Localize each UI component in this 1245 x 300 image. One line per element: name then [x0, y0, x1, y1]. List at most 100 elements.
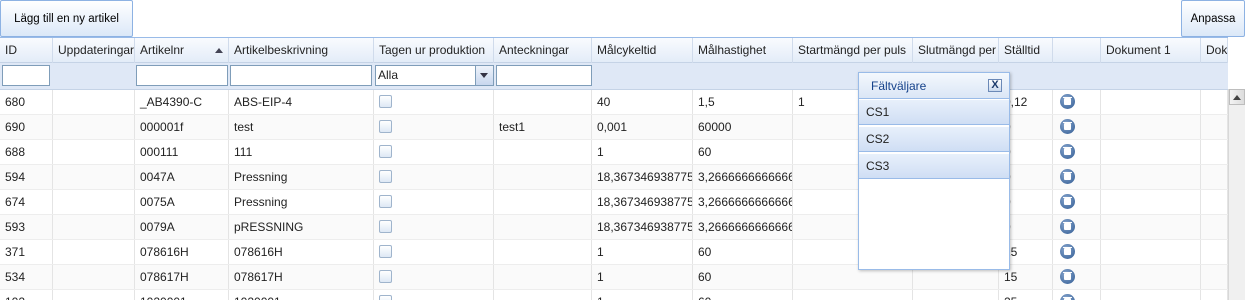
out-of-production-checkbox[interactable] [379, 170, 392, 183]
column-header-setup-time[interactable]: Ställtid [999, 38, 1053, 63]
cell-out-of-production [374, 140, 494, 164]
cell-speed: 1,5 [693, 90, 793, 114]
cell-updates [53, 265, 135, 289]
chevron-down-icon[interactable] [475, 66, 493, 85]
cell-speed: 60 [693, 140, 793, 164]
field-chooser-item-cs2[interactable]: CS2 [859, 126, 1009, 152]
cell-id: 594 [0, 165, 53, 189]
table-row[interactable]: 680 _AB4390-C ABS-EIP-4 40 1,5 1 0,12 [0, 90, 1228, 115]
column-header-document-1[interactable]: Dokument 1 [1101, 38, 1201, 63]
column-header-id[interactable]: ID [0, 38, 53, 63]
trash-icon[interactable] [1060, 94, 1075, 109]
column-header-updates[interactable]: Uppdateringar [53, 38, 135, 63]
cell-document-1 [1101, 165, 1201, 189]
cell-document-2 [1201, 190, 1228, 214]
out-of-production-checkbox[interactable] [379, 245, 392, 258]
out-of-production-checkbox[interactable] [379, 220, 392, 233]
cell-document-2 [1201, 240, 1228, 264]
filter-description-input[interactable] [230, 65, 372, 86]
cell-document-2 [1201, 165, 1228, 189]
trash-icon[interactable] [1060, 119, 1075, 134]
cell-article-no: 0047A [135, 165, 229, 189]
cell-out-of-production [374, 90, 494, 114]
cell-document-1 [1101, 90, 1201, 114]
column-header-description[interactable]: Artikelbeskrivning [229, 38, 374, 63]
cell-id: 674 [0, 190, 53, 214]
filter-production-value: Alla [378, 68, 399, 82]
cell-updates [53, 190, 135, 214]
grid-header: ID Uppdateringar Artikelnr Artikelbeskrivni… [0, 37, 1228, 63]
trash-icon[interactable] [1060, 144, 1075, 159]
table-row[interactable]: 6880001111111600 [0, 140, 1228, 165]
close-icon[interactable]: X [988, 79, 1002, 92]
cell-speed: 60000 [693, 115, 793, 139]
column-header-notes[interactable]: Anteckningar [494, 38, 592, 63]
cell-notes [494, 190, 592, 214]
cell-speed: 60 [693, 240, 793, 264]
table-row[interactable]: 674 0075A Pressning 18,3673469387755 3,26666… [0, 190, 1228, 215]
cell-description: Pressning [229, 165, 374, 189]
cell-notes: test1 [494, 115, 592, 139]
customize-button[interactable]: Anpassa [1181, 0, 1245, 37]
cell-out-of-production [374, 115, 494, 139]
cell-cycle-time: 18,3673469387755 [592, 215, 693, 239]
out-of-production-checkbox[interactable] [379, 195, 392, 208]
cell-cycle-time: 0,001 [592, 115, 693, 139]
cell-notes [494, 90, 592, 114]
scroll-up-icon[interactable] [1229, 89, 1245, 105]
trash-icon[interactable] [1060, 244, 1075, 259]
cell-description: 111 [229, 140, 374, 164]
cell-cycle-time: 1 [592, 240, 693, 264]
out-of-production-checkbox[interactable] [379, 295, 392, 300]
out-of-production-checkbox[interactable] [379, 120, 392, 133]
cell-cycle-time: 18,3673469387755 [592, 190, 693, 214]
out-of-production-checkbox[interactable] [379, 95, 392, 108]
cell-end-qty [913, 290, 999, 300]
table-row[interactable]: 534 078617H 078617H 1 60 15 [0, 265, 1228, 290]
out-of-production-checkbox[interactable] [379, 145, 392, 158]
filter-notes-input[interactable] [496, 65, 592, 86]
cell-out-of-production [374, 215, 494, 239]
trash-icon[interactable] [1060, 169, 1075, 184]
column-header-speed[interactable]: Målhastighet [693, 38, 793, 63]
column-header-document-2[interactable]: Dok [1201, 38, 1228, 63]
trash-icon[interactable] [1060, 294, 1075, 300]
cell-updates [53, 165, 135, 189]
cell-article-no: 078616H [135, 240, 229, 264]
cell-actions [1053, 215, 1101, 239]
table-row[interactable]: 371 078616H 078616H 1 60 15 [0, 240, 1228, 265]
column-header-start-qty[interactable]: Startmängd per puls [793, 38, 913, 63]
column-header-actions[interactable] [1053, 38, 1101, 63]
table-row[interactable]: 102 10200011020001 160 25 [0, 290, 1228, 300]
add-article-button[interactable]: Lägg till en ny artikel [0, 0, 133, 37]
field-chooser-panel: Fältväljare X CS1 CS2 CS3 [858, 72, 1010, 270]
table-row[interactable]: 593 0079A pRESSNING 18,3673469387755 3,26666… [0, 215, 1228, 240]
field-chooser-item-cs3[interactable]: CS3 [859, 153, 1009, 179]
vertical-scrollbar[interactable] [1228, 89, 1245, 300]
cell-out-of-production [374, 240, 494, 264]
column-header-end-qty[interactable]: Slutmängd per [913, 38, 999, 63]
out-of-production-checkbox[interactable] [379, 270, 392, 283]
filter-id-input[interactable] [2, 65, 50, 86]
column-header-out-of-production[interactable]: Tagen ur produktion [374, 38, 494, 63]
column-header-cycle-time[interactable]: Målcykeltid [592, 38, 693, 63]
cell-id: 688 [0, 140, 53, 164]
cell-actions [1053, 165, 1101, 189]
cell-article-no: 1020001 [135, 290, 229, 300]
table-row[interactable]: 690000001ftesttest10,001600000 [0, 115, 1228, 140]
cell-out-of-production [374, 165, 494, 189]
cell-description: 078616H [229, 240, 374, 264]
cell-speed: 3,26666666666667 [693, 190, 793, 214]
trash-icon[interactable] [1060, 194, 1075, 209]
table-row[interactable]: 594 0047A Pressning 18,3673469387755 3,26666… [0, 165, 1228, 190]
cell-out-of-production [374, 265, 494, 289]
cell-speed: 60 [693, 290, 793, 300]
cell-notes [494, 265, 592, 289]
filter-article-no-input[interactable] [136, 65, 228, 86]
trash-icon[interactable] [1060, 219, 1075, 234]
trash-icon[interactable] [1060, 269, 1075, 284]
filter-production-select[interactable]: Alla [375, 65, 494, 86]
sort-ascending-icon[interactable] [215, 48, 223, 53]
field-chooser-item-cs1[interactable]: CS1 [859, 99, 1009, 125]
cell-out-of-production [374, 290, 494, 300]
